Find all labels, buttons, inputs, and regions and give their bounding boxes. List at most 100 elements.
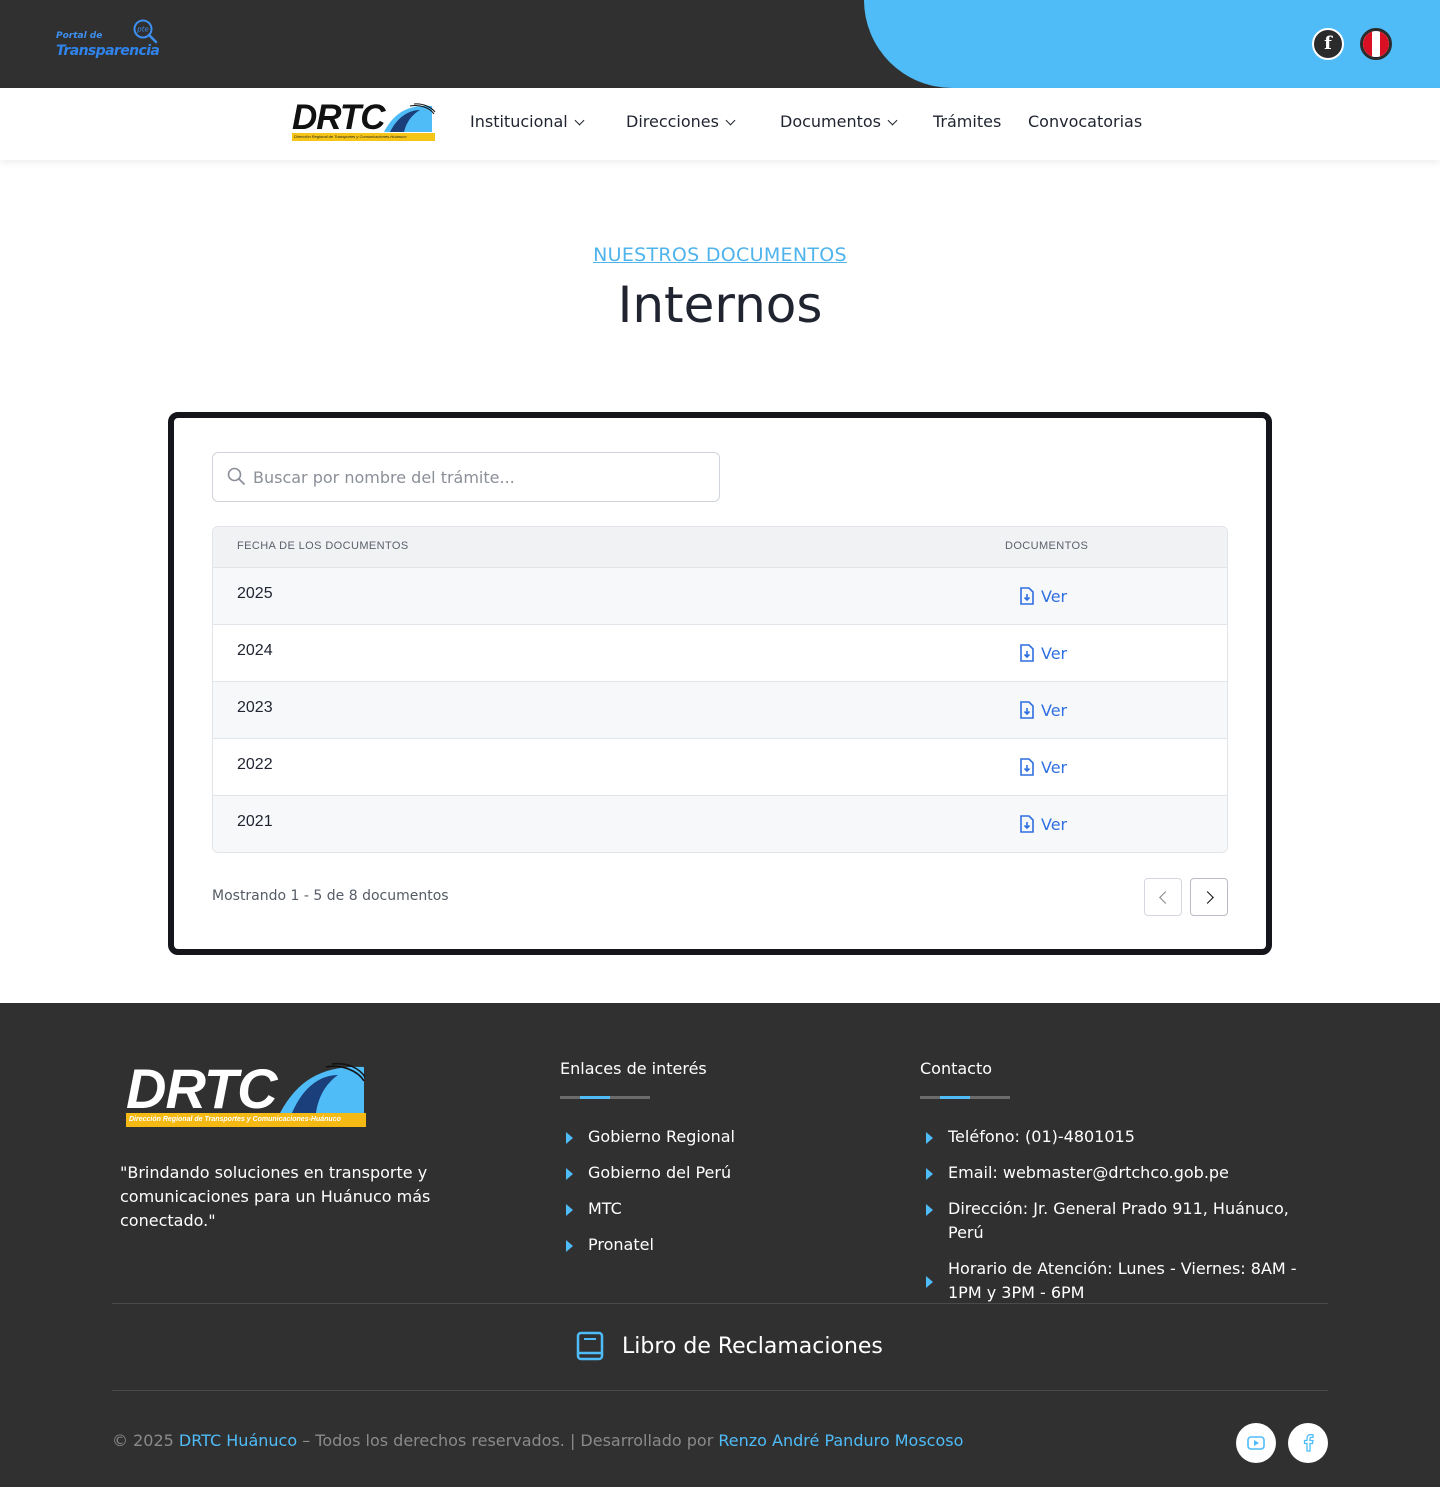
org-link[interactable]: DRTC Huánuco [179, 1431, 297, 1450]
site-footer: DRTC Dirección Regional de Transportes y… [0, 1003, 1440, 1487]
main-navbar: DRTC Dirección Regional de Transportes y… [0, 88, 1440, 160]
view-label: Ver [1041, 757, 1068, 777]
nav-label: Trámites [933, 112, 1002, 131]
chevron-down-icon [574, 115, 585, 126]
youtube-icon[interactable] [1236, 1423, 1276, 1463]
footer-logo-tagline: Dirección Regional de Transportes y Comu… [129, 1116, 341, 1123]
footer-divider [112, 1303, 1328, 1304]
footer-drtc-logo[interactable]: DRTC Dirección Regional de Transportes y… [126, 1061, 366, 1129]
section-eyebrow-link[interactable]: NUESTROS DOCUMENTOS [0, 244, 1440, 266]
view-label: Ver [1041, 586, 1068, 606]
nav-item-institucional[interactable]: Institucional [470, 110, 585, 134]
file-download-icon [1020, 758, 1034, 776]
next-page-button[interactable] [1190, 878, 1228, 916]
footer-logo-text: DRTC [126, 1057, 278, 1120]
table-row: 2025 Ver [213, 568, 1227, 625]
chevron-down-icon [725, 115, 736, 126]
facebook-icon[interactable] [1288, 1423, 1328, 1463]
caret-right-icon [926, 1276, 933, 1288]
libro-reclamaciones-link[interactable]: Libro de Reclamaciones [576, 1329, 883, 1363]
facebook-icon[interactable]: f [1312, 28, 1344, 60]
contact-list: Teléfono: (01)-4801015 Email: webmaster@… [920, 1125, 1320, 1317]
peru-flag-icon[interactable] [1360, 28, 1392, 60]
nav-item-direcciones[interactable]: Direcciones [626, 110, 736, 134]
nav-label: Convocatorias [1028, 112, 1143, 131]
developer-link[interactable]: Renzo André Panduro Moscoso [718, 1431, 963, 1450]
row-year: 2021 [237, 813, 273, 830]
link-label: Gobierno del Perú [588, 1163, 732, 1182]
top-bar-curve [560, 0, 864, 88]
contact-title: Contacto [920, 1059, 993, 1078]
search-input[interactable] [253, 453, 713, 501]
caret-right-icon [566, 1240, 573, 1252]
drtc-logo-band: Dirección Regional de Transportes y Comu… [292, 133, 435, 141]
link-label: MTC [588, 1199, 622, 1218]
chevron-right-icon [1201, 891, 1214, 904]
magnifier-icon: pte [133, 19, 158, 44]
row-year: 2024 [237, 642, 273, 659]
transparency-logo-badge: pte [136, 26, 149, 34]
row-year: 2022 [237, 756, 273, 773]
caret-right-icon [926, 1132, 933, 1144]
file-download-icon [1020, 587, 1034, 605]
file-download-icon [1020, 815, 1034, 833]
caret-right-icon [926, 1168, 933, 1180]
table-row: 2022 Ver [213, 739, 1227, 796]
links-title: Enlaces de interés [560, 1059, 707, 1078]
view-label: Ver [1041, 700, 1068, 720]
links-title-underline [560, 1096, 650, 1099]
copyright: © 2025 DRTC Huánuco – Todos los derechos… [112, 1431, 964, 1450]
documents-table: FECHA DE LOS DOCUMENTOS DOCUMENTOS 2025 … [212, 526, 1228, 853]
nav-item-tramites[interactable]: Trámites [933, 110, 1001, 134]
contact-hours: Horario de Atención: Lunes - Viernes: 8A… [920, 1257, 1320, 1305]
nav-label: Institucional [470, 112, 568, 131]
view-label: Ver [1041, 643, 1068, 663]
road-swoosh-icon [384, 103, 436, 132]
row-year: 2025 [237, 585, 273, 602]
footer-logo-band: Dirección Regional de Transportes y Comu… [126, 1113, 366, 1127]
nav-label: Documentos [780, 112, 882, 131]
book-icon [576, 1331, 604, 1361]
drtc-logo[interactable]: DRTC Dirección Regional de Transportes y… [292, 100, 437, 144]
top-bar-blue-shape [864, 0, 1440, 88]
drtc-logo-text: DRTC [292, 98, 386, 137]
road-swoosh-icon [280, 1062, 366, 1113]
nav-item-documentos[interactable]: Documentos [780, 110, 898, 134]
file-download-icon [1020, 644, 1034, 662]
link-gobierno-del-peru[interactable]: Gobierno del Perú [560, 1161, 880, 1185]
previous-page-button[interactable] [1144, 878, 1182, 916]
links-list: Gobierno Regional Gobierno del Perú MTC … [560, 1125, 880, 1269]
link-label: Gobierno Regional [588, 1127, 735, 1146]
row-year: 2023 [237, 699, 273, 716]
view-document-link[interactable]: Ver [1019, 755, 1067, 779]
view-document-link[interactable]: Ver [1019, 698, 1067, 722]
view-document-link[interactable]: Ver [1019, 584, 1067, 608]
link-label: Pronatel [588, 1235, 654, 1254]
search-box[interactable] [212, 452, 720, 502]
contact-phone: Teléfono: (01)-4801015 [920, 1125, 1320, 1149]
footer-quote: "Brindando soluciones en transporte y co… [120, 1163, 431, 1230]
view-label: Ver [1041, 814, 1068, 834]
chevron-down-icon [887, 115, 898, 126]
link-mtc[interactable]: MTC [560, 1197, 880, 1221]
contact-address: Dirección: Jr. General Prado 911, Huánuc… [920, 1197, 1320, 1245]
view-document-link[interactable]: Ver [1019, 641, 1067, 665]
drtc-logo-tagline: Dirección Regional de Transportes y Comu… [294, 134, 407, 139]
contact-email[interactable]: Email: webmaster@drtchco.gob.pe [920, 1161, 1320, 1185]
libro-label: Libro de Reclamaciones [622, 1333, 883, 1359]
chevron-left-icon [1159, 891, 1172, 904]
transparency-logo-line2: Transparencia [56, 43, 160, 59]
top-bar: Portal de Transparencia pte f [0, 0, 1440, 88]
page-title: Internos [617, 276, 823, 334]
caret-right-icon [566, 1204, 573, 1216]
link-pronatel[interactable]: Pronatel [560, 1233, 880, 1257]
link-gobierno-regional[interactable]: Gobierno Regional [560, 1125, 880, 1149]
file-download-icon [1020, 701, 1034, 719]
contact-title-underline [920, 1096, 1010, 1099]
caret-right-icon [926, 1204, 933, 1216]
column-header-date: FECHA DE LOS DOCUMENTOS [237, 540, 409, 552]
nav-item-convocatorias[interactable]: Convocatorias [1028, 110, 1142, 134]
view-document-link[interactable]: Ver [1019, 812, 1067, 836]
transparency-portal-logo[interactable]: Portal de Transparencia pte [56, 18, 166, 64]
caret-right-icon [566, 1132, 573, 1144]
